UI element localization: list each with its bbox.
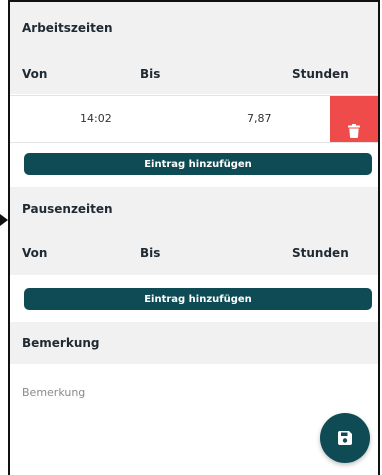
add-work-entry-button[interactable]: Eintrag hinzufügen <box>24 153 372 175</box>
column-to: Bis <box>140 246 161 260</box>
work-time-hours-value: 7,87 <box>247 112 272 125</box>
side-pointer-icon <box>0 214 8 226</box>
break-times-column-header: Von Bis Stunden <box>10 231 378 275</box>
remark-title: Bemerkung <box>10 322 378 364</box>
add-break-entry-button[interactable]: Eintrag hinzufügen <box>24 288 372 310</box>
work-time-to-field[interactable]: 14:02 <box>80 96 112 142</box>
trash-icon <box>348 112 360 138</box>
time-entry-form: Arbeitszeiten Von Bis Stunden 14:02 7,87… <box>8 0 380 475</box>
column-to: Bis <box>140 67 161 81</box>
column-hours: Stunden <box>292 67 349 81</box>
remark-input[interactable] <box>10 362 378 422</box>
work-time-row[interactable]: 14:02 7,87 <box>10 95 378 143</box>
column-from: Von <box>22 246 48 260</box>
break-times-title: Pausenzeiten <box>10 187 378 231</box>
work-times-title: Arbeitszeiten <box>10 2 378 54</box>
column-hours: Stunden <box>292 246 349 260</box>
save-button[interactable] <box>320 413 370 463</box>
work-times-column-header: Von Bis Stunden <box>10 54 378 94</box>
save-icon <box>337 430 353 446</box>
column-from: Von <box>22 67 48 81</box>
delete-entry-button[interactable] <box>330 96 378 142</box>
